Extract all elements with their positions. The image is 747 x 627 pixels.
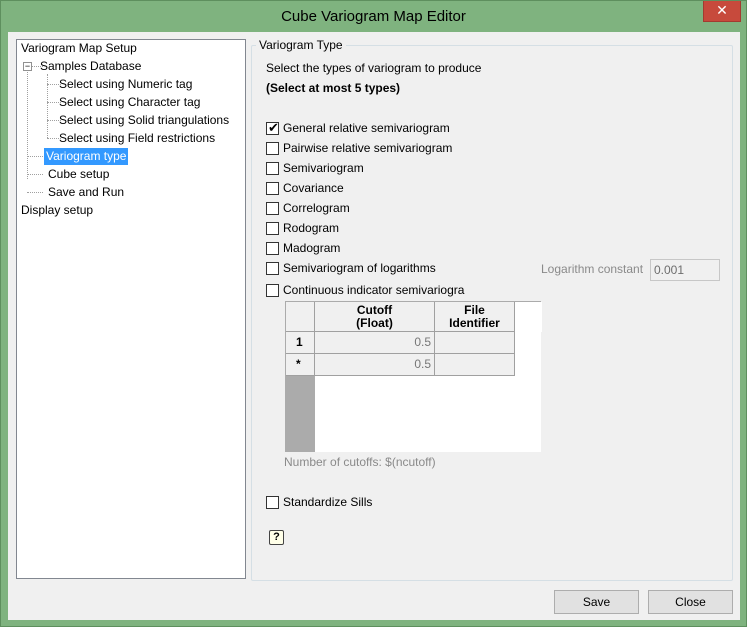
table-corner: [286, 302, 315, 332]
tree-item-save-and-run[interactable]: Save and Run: [46, 184, 126, 201]
option-label: Standardize Sills: [283, 495, 373, 509]
checkbox[interactable]: ✔: [266, 120, 279, 135]
option-label: Continuous indicator semivariogra: [283, 283, 465, 297]
collapse-icon[interactable]: −: [23, 62, 32, 71]
tree-item-solid-triangulations[interactable]: Select using Solid triangulations: [57, 112, 231, 129]
window-title: Cube Variogram Map Editor: [281, 8, 466, 25]
tree-connector: [27, 192, 43, 193]
window-close-button[interactable]: ✕: [703, 1, 741, 22]
help-icon[interactable]: ?: [269, 530, 284, 545]
option-label: Madogram: [283, 241, 341, 255]
option-label: Semivariogram of logarithms: [283, 261, 436, 275]
option-label: Pairwise relative semivariogram: [283, 141, 453, 155]
checkbox[interactable]: [266, 242, 279, 255]
checkbox[interactable]: [266, 222, 279, 235]
title-bar[interactable]: Cube Variogram Map Editor ✕: [1, 1, 746, 32]
file-identifier-cell[interactable]: [435, 354, 515, 376]
checkbox[interactable]: [266, 496, 279, 509]
file-identifier-cell[interactable]: [435, 332, 515, 354]
column-header-file-identifier[interactable]: File Identifier: [435, 302, 515, 332]
option-label: Rodogram: [283, 221, 340, 235]
log-constant-label: Logarithm constant: [541, 262, 644, 276]
checkbox[interactable]: [266, 142, 279, 155]
tree-item-character-tag[interactable]: Select using Character tag: [57, 94, 202, 111]
group-title: Variogram Type: [256, 38, 346, 52]
limit-note: (Select at most 5 types): [266, 81, 401, 95]
cutoff-cell[interactable]: 0.5: [315, 354, 435, 376]
tree-item-cube-setup[interactable]: Cube setup: [46, 166, 111, 183]
option-label: General relative semivariogram: [283, 121, 450, 135]
tree-item-samples-database[interactable]: Samples Database: [38, 58, 143, 75]
cutoff-table: Cutoff (Float) File Identifier 1 0.5 * 0…: [285, 301, 542, 452]
tree-item-variogram-type[interactable]: Variogram type: [44, 148, 129, 165]
tree-connector: [27, 156, 43, 157]
table-header-filler: [515, 302, 542, 332]
editor-window: Cube Variogram Map Editor ✕ − Variogram …: [0, 0, 747, 627]
client-area: − Variogram Map Setup Samples Database S…: [8, 32, 740, 620]
tree-item-numeric-tag[interactable]: Select using Numeric tag: [57, 76, 194, 93]
checkbox[interactable]: [266, 284, 279, 297]
cutoff-cell[interactable]: 0.5: [315, 332, 435, 354]
tree-connector: [27, 174, 43, 175]
checkbox[interactable]: [266, 262, 279, 275]
checkbox[interactable]: [266, 162, 279, 175]
header-line: (Float): [356, 316, 393, 330]
tree-item-variogram-map-setup[interactable]: Variogram Map Setup: [19, 40, 139, 57]
row-header[interactable]: *: [286, 354, 315, 376]
header-line: Identifier: [449, 316, 500, 330]
tree-item-field-restrictions[interactable]: Select using Field restrictions: [57, 130, 217, 147]
row-header[interactable]: 1: [286, 332, 315, 354]
ncutoff-note: Number of cutoffs: $(ncutoff): [284, 455, 436, 469]
checkbox[interactable]: [266, 182, 279, 195]
option-label: Semivariogram: [283, 161, 364, 175]
setup-tree: − Variogram Map Setup Samples Database S…: [16, 39, 246, 579]
checkbox[interactable]: [266, 202, 279, 215]
tree-item-display-setup[interactable]: Display setup: [19, 202, 95, 219]
column-header-cutoff[interactable]: Cutoff (Float): [315, 302, 435, 332]
option-label: Covariance: [283, 181, 344, 195]
checkmark-icon: ✔: [268, 120, 279, 135]
log-constant-input[interactable]: 0.001: [650, 259, 720, 281]
save-button[interactable]: Save: [554, 590, 639, 614]
tree-connector: [27, 62, 28, 179]
close-button[interactable]: Close: [648, 590, 733, 614]
option-label: Correlogram: [283, 201, 350, 215]
instruction-text: Select the types of variogram to produce: [266, 61, 482, 75]
